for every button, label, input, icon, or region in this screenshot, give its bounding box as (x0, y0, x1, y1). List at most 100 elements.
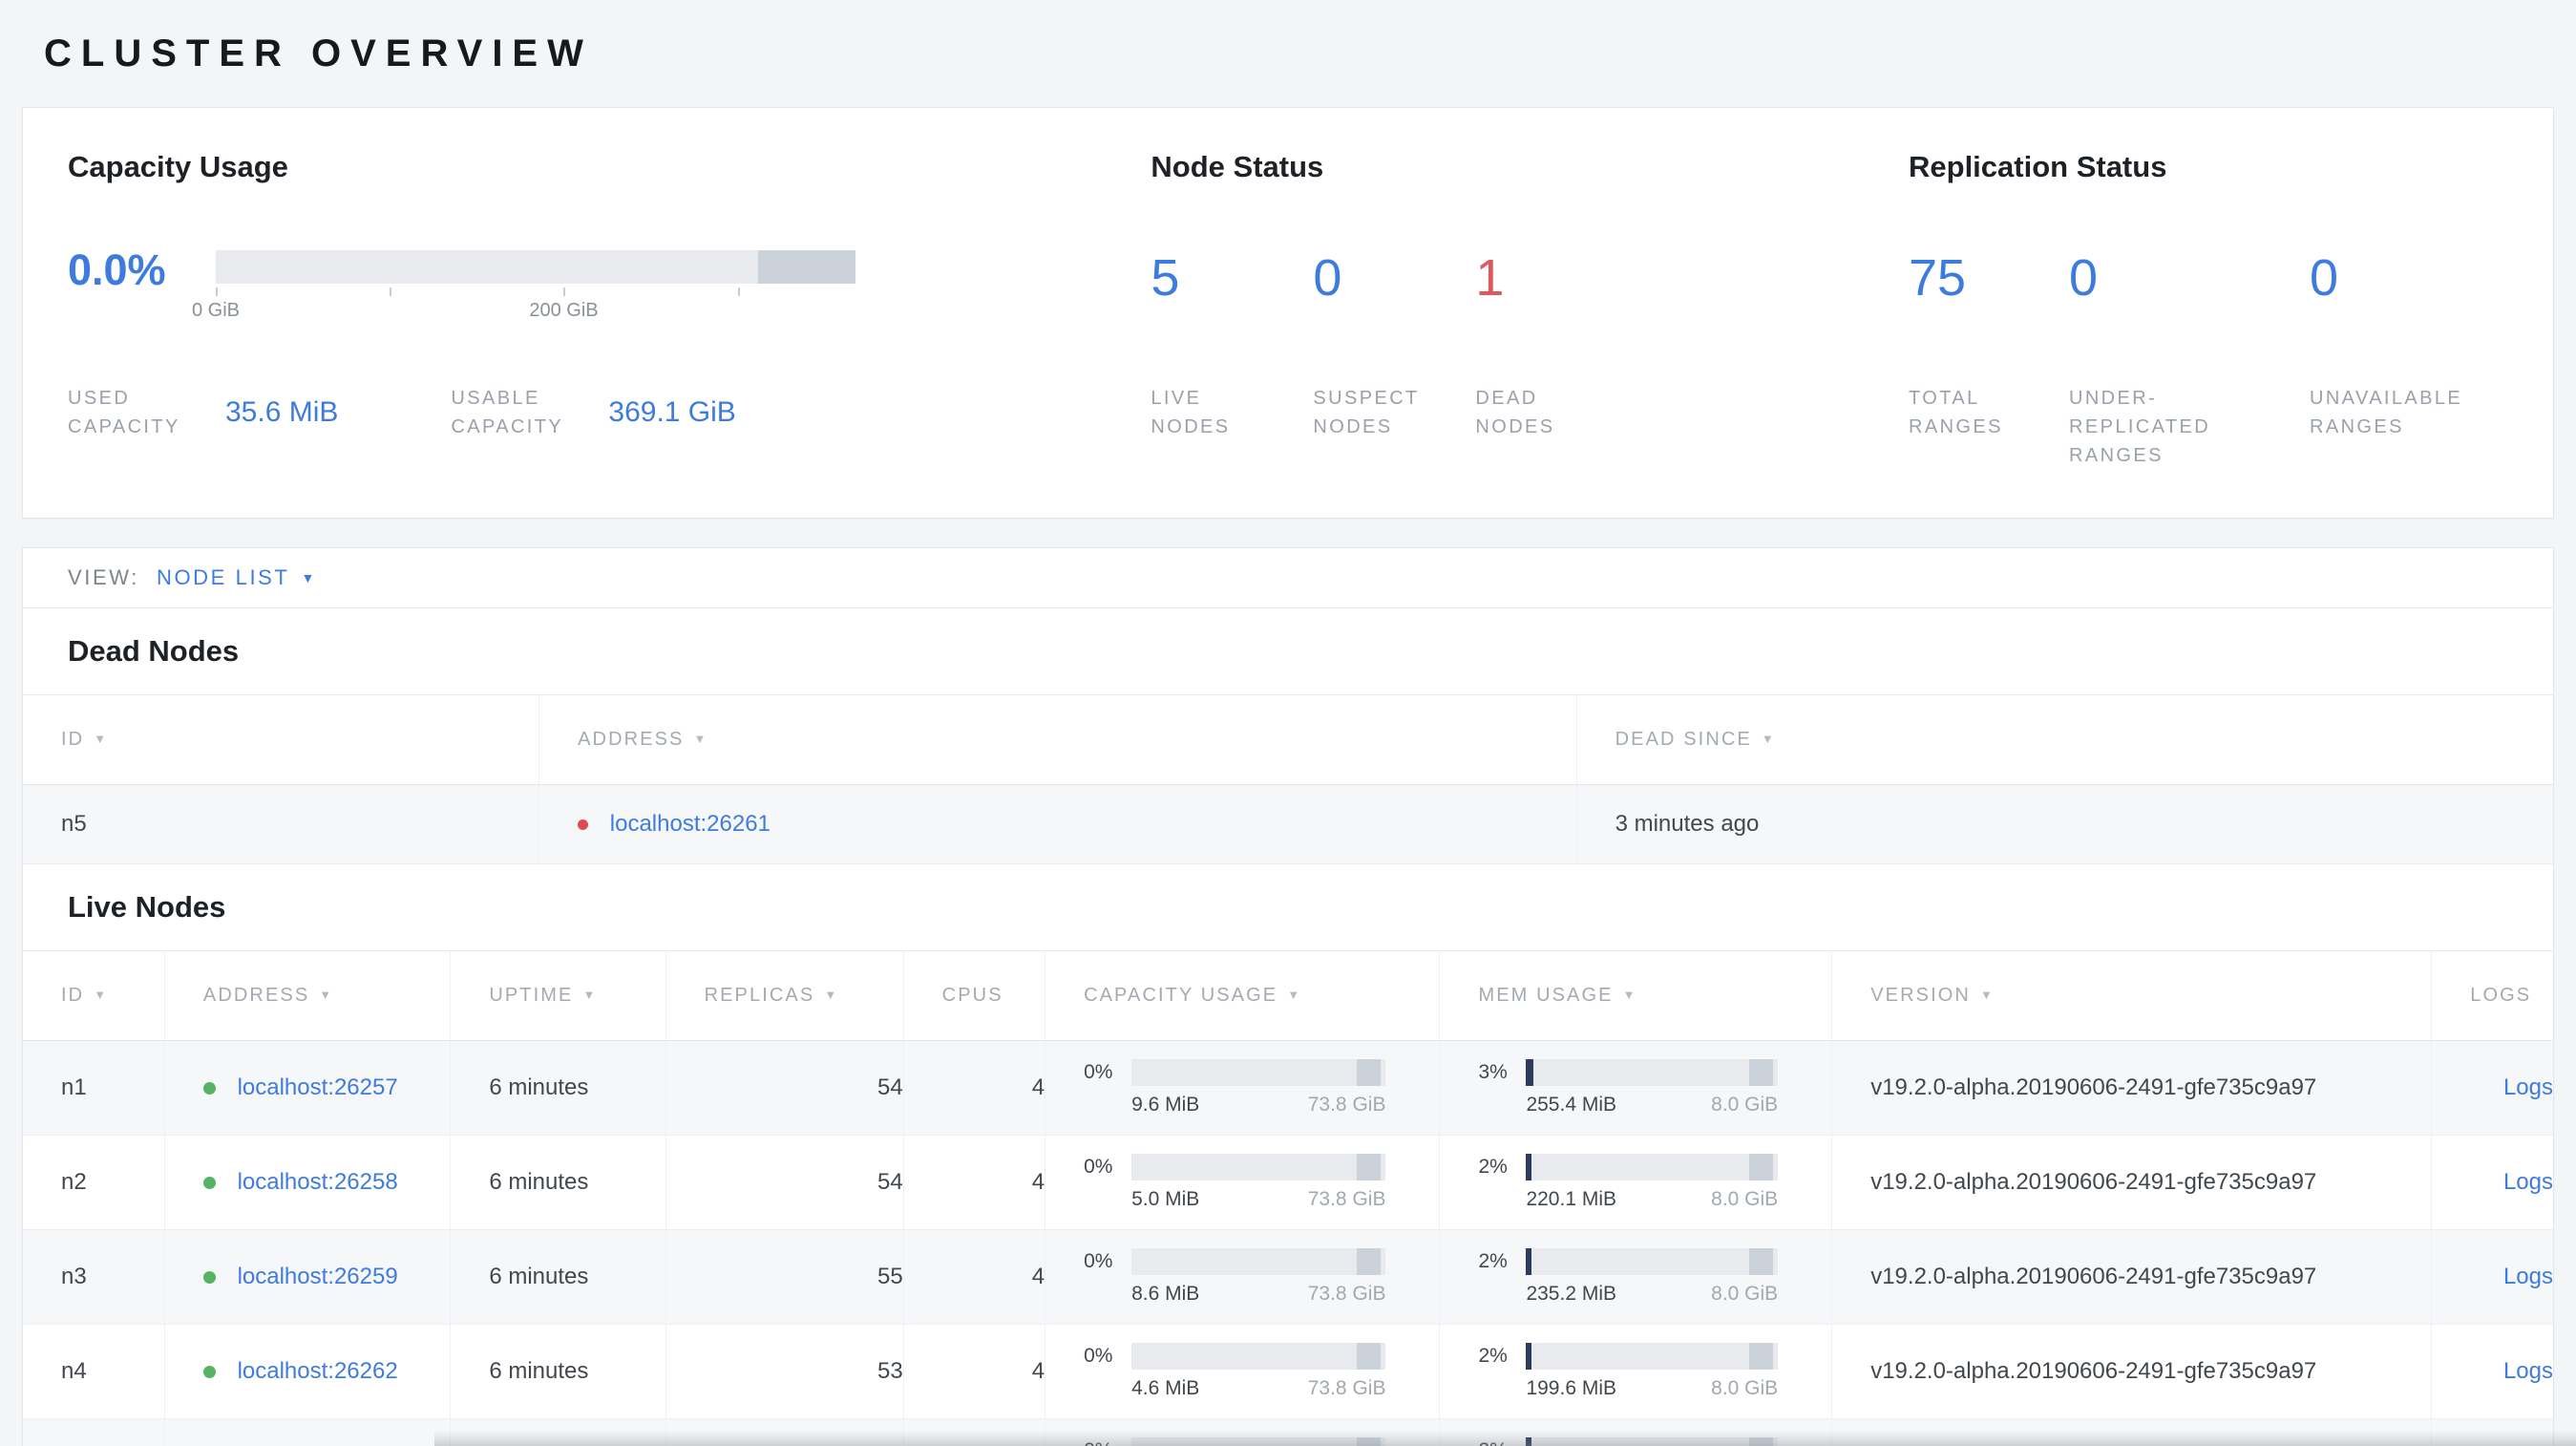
capacity-used-value: 8.6 MiB (1131, 1283, 1200, 1306)
live-nodes-stat: 5 LIVE NODES (1151, 250, 1252, 441)
usable-capacity-value: 369.1 GiB (608, 396, 736, 428)
mem-used-value: 220.1 MiB (1526, 1188, 1617, 1211)
column-header-address[interactable]: ADDRESS ▼ (538, 694, 1577, 785)
node-id: n3 (61, 1264, 87, 1289)
mem-meter-bar (1526, 1154, 1779, 1181)
capacity-meter-values: 5.0 MiB 73.8 GiB (1131, 1188, 1385, 1210)
live-nodes-count: 5 (1151, 249, 1180, 307)
node-live-status-icon (202, 1366, 216, 1379)
node-capacity-usage-cell: 0% 7.8 MiB 73.8 GiB (1045, 1418, 1441, 1446)
column-label: REPLICAS (704, 985, 815, 1006)
dead-nodes-count: 1 (1475, 249, 1505, 307)
node-logs-link[interactable]: Logs (2503, 1169, 2553, 1195)
mem-meter-fill (1526, 1059, 1534, 1087)
column-header-dead-since[interactable]: DEAD SINCE ▼ (1576, 694, 2553, 785)
used-capacity-value: 35.6 MiB (225, 396, 339, 428)
total-ranges-stat: 75 TOTAL RANGES (1909, 250, 2016, 470)
mem-meter-values: 235.2 MiB 8.0 GiB (1526, 1283, 1778, 1305)
mem-meter-values: 255.4 MiB 8.0 GiB (1526, 1094, 1778, 1116)
live-node-row: n4 localhost:26262 6 minutes 53 4 0% 4.6… (23, 1324, 2553, 1419)
node-address-link[interactable]: localhost:26257 (238, 1074, 398, 1100)
node-logs-cell: Logs (2431, 1418, 2553, 1446)
node-logs-link[interactable]: Logs (2503, 1074, 2553, 1100)
mem-meter-body: 255.4 MiB 8.0 GiB (1526, 1059, 1830, 1116)
node-version-cell: v19.2.0-alpha.20190606-2491-gfe735c9a97 (1831, 1229, 2433, 1325)
node-address-cell: localhost:26261 (538, 784, 1577, 864)
node-status-title: Node Status (1151, 150, 1324, 183)
capacity-used-percent: 0.0% (68, 245, 166, 294)
mem-meter-fill (1526, 1248, 1531, 1276)
node-address-link[interactable]: localhost:26261 (610, 811, 771, 837)
node-replicas-cell: 54 (665, 1040, 904, 1136)
node-replicas-cell: 54 (665, 1135, 904, 1230)
node-mem-usage-cell: 3% 255.4 MiB 8.0 GiB (1439, 1040, 1833, 1136)
capacity-bar-reserved-segment (758, 250, 855, 284)
replicas-value: 55 (876, 1264, 903, 1289)
column-header-id[interactable]: ID ▼ (23, 950, 165, 1041)
node-address-link[interactable]: localhost:26258 (238, 1169, 398, 1195)
replicas-value: 54 (876, 1169, 903, 1195)
under-replicated-count: 0 (2069, 249, 2099, 307)
view-dropdown-value: NODE LIST (156, 565, 290, 589)
capacity-bar (216, 250, 855, 284)
capacity-meter-bar (1131, 1248, 1386, 1276)
column-header-address[interactable]: ADDRESS ▼ (164, 950, 452, 1041)
node-logs-link[interactable]: Logs (2503, 1264, 2553, 1289)
live-nodes-heading: Live Nodes (68, 890, 226, 924)
uptime-value: 6 minutes (489, 1169, 589, 1195)
view-dropdown[interactable]: NODE LIST ▼ (157, 565, 314, 590)
node-uptime-cell: 6 minutes (450, 1135, 666, 1230)
used-capacity-stat: USED CAPACITY 35.6 MiB (68, 384, 338, 441)
axis-tick (216, 287, 218, 296)
dead-nodes-header-row: ID ▼ ADDRESS ▼ DEAD SINCE ▼ (23, 694, 2553, 785)
node-version-cell: v19.2.0-alpha.20190606-2491-gfe735c9a97 (1831, 1418, 2433, 1446)
column-header-uptime[interactable]: UPTIME ▼ (450, 950, 666, 1041)
node-version-cell: v19.2.0-alpha.20190606-2491-gfe735c9a97 (1831, 1324, 2433, 1419)
node-address-link[interactable]: localhost:26262 (238, 1358, 398, 1384)
column-header-id[interactable]: ID ▼ (23, 694, 540, 785)
mem-usage-meter: 2% 199.6 MiB 8.0 GiB (1478, 1343, 1830, 1399)
capacity-total-value: 73.8 GiB (1307, 1188, 1386, 1211)
node-mem-usage-cell: 2% 225.5 MiB 8.0 GiB (1439, 1418, 1833, 1446)
mem-percent: 2% (1478, 1250, 1508, 1273)
under-replicated-label: UNDER-REPLICATED RANGES (2069, 388, 2211, 466)
column-header-version[interactable]: VERSION ▼ (1831, 950, 2433, 1041)
node-id-cell: n2 (23, 1135, 165, 1230)
node-logs-link[interactable]: Logs (2503, 1358, 2553, 1384)
live-node-row: n2 localhost:26258 6 minutes 54 4 0% 5.0… (23, 1135, 2553, 1230)
mem-meter-body: 220.1 MiB 8.0 GiB (1526, 1154, 1830, 1211)
sort-icon: ▼ (94, 732, 107, 746)
sort-icon: ▼ (693, 732, 707, 746)
column-header-mem-usage[interactable]: MEM USAGE ▼ (1439, 950, 1833, 1041)
node-live-status-icon (202, 1271, 216, 1285)
capacity-percent: 0% (1084, 1061, 1113, 1084)
column-header-cpus[interactable]: CPUS (903, 950, 1046, 1041)
node-id-cell: n6 (23, 1418, 165, 1446)
capacity-usage-meter: 0% 7.8 MiB 73.8 GiB (1084, 1437, 1439, 1446)
mem-meter-body: 199.6 MiB 8.0 GiB (1526, 1343, 1830, 1399)
node-capacity-usage-cell: 0% 9.6 MiB 73.8 GiB (1045, 1040, 1441, 1136)
capacity-percent: 0% (1084, 1250, 1113, 1273)
node-version-cell: v19.2.0-alpha.20190606-2491-gfe735c9a97 (1831, 1040, 2433, 1136)
capacity-meter-values: 9.6 MiB 73.8 GiB (1131, 1094, 1385, 1116)
node-id: n5 (61, 811, 87, 837)
node-address-cell: localhost:26262 (164, 1324, 452, 1419)
sort-icon: ▼ (824, 988, 837, 1002)
dead-since-value: 3 minutes ago (1615, 811, 1760, 837)
node-version-cell: v19.2.0-alpha.20190606-2491-gfe735c9a97 (1831, 1135, 2433, 1230)
mem-meter-fill (1526, 1343, 1531, 1371)
column-header-replicas[interactable]: REPLICAS ▼ (665, 950, 904, 1041)
node-cpus-cell: 4 (903, 1324, 1046, 1419)
axis-tick (390, 287, 392, 296)
node-id: n1 (61, 1074, 87, 1100)
capacity-meter-body: 5.0 MiB 73.8 GiB (1131, 1154, 1439, 1210)
node-address-link[interactable]: localhost:26259 (238, 1264, 398, 1289)
column-label: ID (61, 985, 85, 1006)
mem-used-value: 235.2 MiB (1526, 1283, 1617, 1306)
node-logs-cell: Logs (2431, 1229, 2553, 1325)
capacity-meter-values: 8.6 MiB 73.8 GiB (1131, 1283, 1385, 1305)
mem-meter-body: 225.5 MiB 8.0 GiB (1526, 1437, 1830, 1446)
capacity-meter-reserved-segment (1357, 1059, 1382, 1087)
column-header-capacity-usage[interactable]: CAPACITY USAGE ▼ (1045, 950, 1441, 1041)
live-nodes-table: ID ▼ ADDRESS ▼ UPTIME ▼ REPLICAS ▼ CPUS CAPA… (23, 950, 2553, 1446)
